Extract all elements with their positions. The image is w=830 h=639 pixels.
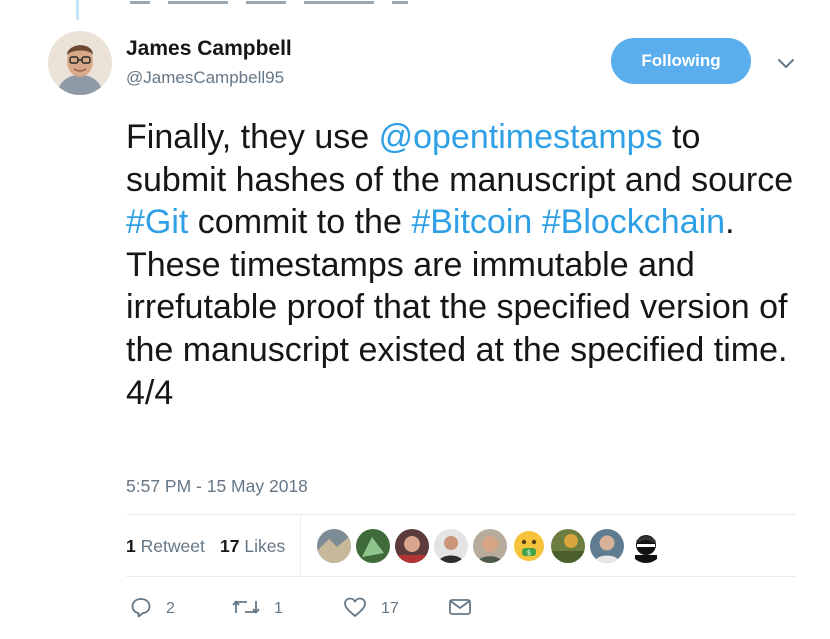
tweet-timestamp[interactable]: 5:57 PM - 15 May 2018: [126, 476, 308, 497]
liker-avatar[interactable]: [550, 528, 586, 564]
direct-message-button[interactable]: [448, 596, 472, 622]
money-mouth-emoji-icon[interactable]: $: [511, 528, 547, 564]
hashtag-blockchain-link[interactable]: #Blockchain: [542, 203, 725, 241]
retweet-icon: [232, 597, 260, 622]
liker-avatar[interactable]: [433, 528, 469, 564]
retweet-button[interactable]: 1: [232, 596, 283, 622]
reply-count: 2: [166, 600, 175, 617]
liker-avatar[interactable]: [472, 528, 508, 564]
tweet-text-segment: commit to the: [188, 203, 412, 242]
like-button[interactable]: 17: [343, 596, 399, 622]
heart-icon: [343, 596, 367, 623]
likes-label: Likes: [244, 536, 286, 556]
liker-avatar[interactable]: [355, 528, 391, 564]
following-button[interactable]: Following: [611, 38, 751, 84]
likes-stat[interactable]: 17 Likes: [220, 536, 285, 557]
author-handle[interactable]: @JamesCampbell95: [126, 68, 284, 88]
author-avatar[interactable]: [48, 31, 112, 95]
mention-link[interactable]: @opentimestamps: [379, 118, 663, 156]
reply-button[interactable]: 2: [130, 596, 175, 622]
previous-tweet-actions-fragment: [130, 0, 490, 4]
hashtag-bitcoin-link[interactable]: #Bitcoin: [411, 203, 532, 241]
tweet-text: Finally, they use @opentimestamps to sub…: [126, 116, 806, 414]
liker-avatar[interactable]: [589, 528, 625, 564]
stats-top-divider: [126, 514, 796, 515]
hashtag-git-link[interactable]: #Git: [126, 203, 188, 241]
liker-avatar[interactable]: [628, 528, 664, 564]
stats-vertical-divider: [300, 514, 301, 576]
stats-bottom-divider: [126, 576, 796, 577]
retweets-count: 1: [126, 536, 136, 556]
retweets-stat[interactable]: 1 Retweet: [126, 536, 205, 557]
liker-avatar[interactable]: [316, 528, 352, 564]
liker-avatar[interactable]: [394, 528, 430, 564]
like-count: 17: [381, 600, 399, 617]
reply-icon: [130, 596, 152, 623]
chevron-down-icon[interactable]: [777, 56, 795, 70]
thread-connector-line: [76, 0, 79, 20]
tweet-text-segment: Finally, they use: [126, 118, 379, 156]
author-name[interactable]: James Campbell: [126, 37, 292, 61]
thread-counter: 4/4: [126, 373, 174, 412]
tweet-text-segment: [532, 203, 541, 241]
retweet-count: 1: [274, 600, 283, 617]
likes-count: 17: [220, 536, 240, 556]
retweets-label: Retweet: [140, 536, 205, 556]
svg-text:$: $: [527, 549, 531, 557]
envelope-icon: [448, 597, 472, 622]
